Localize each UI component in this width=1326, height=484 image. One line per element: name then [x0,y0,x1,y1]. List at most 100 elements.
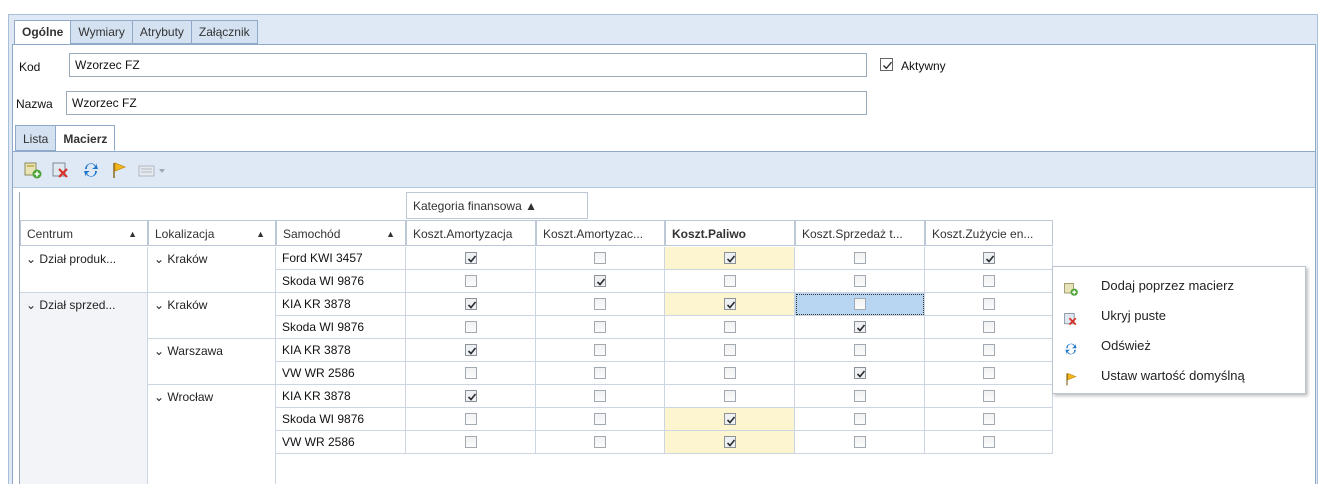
menu-item-dodaj[interactable]: Dodaj poprzez macierz [1053,271,1305,301]
matrix-cell[interactable] [536,247,665,270]
row-header-centrum[interactable]: Centrum ▲ [20,220,148,246]
matrix-checkbox[interactable] [723,413,736,425]
matrix-cell[interactable] [925,316,1053,339]
matrix-checkbox[interactable] [982,436,995,448]
matrix-cell[interactable] [795,339,925,362]
matrix-checkbox[interactable] [723,390,736,402]
matrix-checkbox[interactable] [982,321,995,333]
matrix-checkbox[interactable] [594,436,606,448]
matrix-cell[interactable] [406,385,536,408]
samochod-cell[interactable]: VW WR 2586 [276,431,406,454]
matrix-cell[interactable] [406,316,536,339]
matrix-checkbox[interactable] [982,390,995,402]
matrix-cell[interactable] [795,385,925,408]
row-header-samochod[interactable]: Samochód ▲ [276,220,406,246]
matrix-cell[interactable] [925,247,1053,270]
tab-wymiary[interactable]: Wymiary [71,20,133,44]
group-cell-centrum[interactable]: ⌄ Dział sprzed... [20,293,148,484]
matrix-checkbox[interactable] [853,436,866,448]
matrix-cell[interactable] [795,408,925,431]
column-header[interactable]: Koszt.Amortyzac... [536,220,665,246]
matrix-cell[interactable] [925,431,1053,454]
samochod-cell[interactable]: Skoda WI 9876 [276,316,406,339]
matrix-cell[interactable] [665,408,795,431]
matrix-checkbox[interactable] [853,413,866,425]
samochod-cell[interactable]: VW WR 2586 [276,362,406,385]
matrix-cell[interactable] [536,293,665,316]
matrix-checkbox[interactable] [464,367,477,379]
matrix-checkbox[interactable] [594,321,606,333]
matrix-cell[interactable] [925,270,1053,293]
matrix-cell[interactable] [925,339,1053,362]
matrix-cell[interactable] [925,293,1053,316]
tab-zalacznik[interactable]: Załącznik [191,20,258,44]
matrix-checkbox[interactable] [464,413,477,425]
matrix-checkbox[interactable] [464,298,477,310]
matrix-cell[interactable] [406,408,536,431]
matrix-cell[interactable] [795,270,925,293]
matrix-checkbox[interactable] [464,436,477,448]
matrix-cell[interactable] [665,293,795,316]
group-cell-lokalizacja[interactable]: ⌄ Wrocław [148,385,276,484]
samochod-cell[interactable]: KIA KR 3878 [276,293,406,316]
group-cell-lokalizacja[interactable]: ⌄ Warszawa [148,339,276,385]
matrix-cell[interactable] [795,362,925,385]
matrix-cell[interactable] [536,339,665,362]
group-cell-lokalizacja[interactable]: ⌄ Kraków [148,247,276,293]
menu-item-odswiez[interactable]: Odśwież [1053,331,1305,361]
matrix-checkbox[interactable] [464,390,477,402]
matrix-cell[interactable] [406,293,536,316]
samochod-cell[interactable]: KIA KR 3878 [276,339,406,362]
matrix-checkbox[interactable] [853,321,866,333]
column-header[interactable]: Koszt.Paliwo [665,220,795,246]
matrix-checkbox[interactable] [594,367,606,379]
column-header[interactable]: Koszt.Sprzedaż t... [795,220,925,246]
matrix-checkbox[interactable] [723,321,736,333]
matrix-checkbox[interactable] [594,390,606,402]
menu-item-ukryj[interactable]: Ukryj puste [1053,301,1305,331]
matrix-checkbox[interactable] [982,298,995,310]
matrix-checkbox[interactable] [723,436,736,448]
matrix-checkbox[interactable] [982,252,995,264]
matrix-checkbox[interactable] [594,344,606,356]
matrix-cell[interactable] [536,385,665,408]
matrix-checkbox[interactable] [594,298,606,310]
matrix-cell[interactable] [665,431,795,454]
matrix-cell[interactable] [795,316,925,339]
hide-empty-icon[interactable] [51,160,71,180]
matrix-checkbox[interactable] [723,298,736,310]
matrix-cell[interactable] [665,316,795,339]
matrix-checkbox[interactable] [982,367,995,379]
matrix-checkbox[interactable] [464,321,477,333]
matrix-cell[interactable] [536,408,665,431]
row-header-lokalizacja[interactable]: Lokalizacja ▲ [148,220,276,246]
matrix-checkbox[interactable] [853,298,866,310]
matrix-cell[interactable] [536,316,665,339]
matrix-checkbox[interactable] [853,390,866,402]
tab-ogolne[interactable]: Ogólne [14,20,72,45]
matrix-checkbox[interactable] [723,252,736,264]
tab-atrybuty[interactable]: Atrybuty [132,20,192,44]
group-header-kategoria[interactable]: Kategoria finansowa ▲ [406,192,588,219]
matrix-checkbox[interactable] [594,275,606,287]
matrix-cell[interactable] [406,339,536,362]
refresh-icon[interactable] [81,160,101,180]
samochod-cell[interactable]: Ford KWI 3457 [276,247,406,270]
matrix-checkbox[interactable] [464,252,477,264]
matrix-cell[interactable] [536,431,665,454]
aktywny-checkbox[interactable] [880,58,893,71]
matrix-cell[interactable] [536,362,665,385]
matrix-cell[interactable] [665,270,795,293]
matrix-cell[interactable] [795,247,925,270]
group-cell-centrum[interactable]: ⌄ Dział produk... [20,247,148,293]
matrix-cell[interactable] [665,339,795,362]
matrix-cell[interactable] [406,247,536,270]
matrix-cell[interactable] [665,362,795,385]
samochod-cell[interactable]: Skoda WI 9876 [276,270,406,293]
matrix-checkbox[interactable] [723,367,736,379]
matrix-checkbox[interactable] [982,413,995,425]
flag-icon[interactable] [109,160,129,180]
matrix-checkbox[interactable] [723,344,736,356]
matrix-checkbox[interactable] [594,252,606,264]
matrix-checkbox[interactable] [982,275,995,287]
